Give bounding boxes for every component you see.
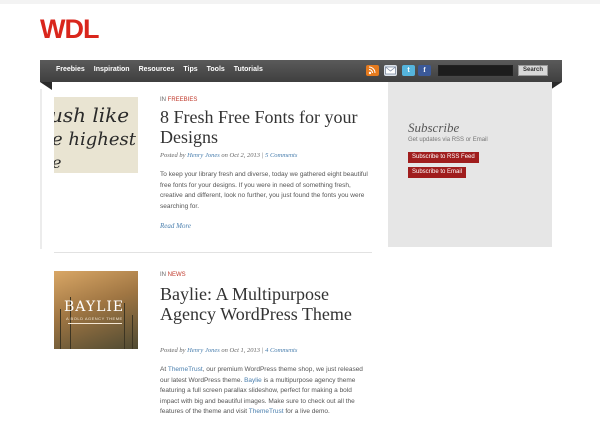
twitter-icon[interactable]: t: [402, 65, 415, 76]
facebook-icon[interactable]: f: [418, 65, 431, 76]
excerpt-text: At: [160, 366, 168, 373]
meta-separator: |: [261, 347, 264, 354]
post-thumbnail-baylie[interactable]: BAYLIE A BOLD AGENCY THEME: [54, 271, 138, 349]
category-prefix: IN: [160, 97, 166, 103]
baylie-link[interactable]: Baylie: [244, 377, 262, 384]
nav-item-tips[interactable]: Tips: [183, 66, 197, 73]
subscribe-sidebar: Subscribe Get updates via RSS or Email S…: [388, 82, 552, 247]
read-more-link[interactable]: Read More: [160, 222, 191, 230]
category-link[interactable]: FREEBIES: [168, 97, 198, 103]
category-link[interactable]: NEWS: [168, 272, 186, 278]
comments-link[interactable]: 5 Comments: [265, 152, 297, 159]
nav-item-freebies[interactable]: Freebies: [56, 66, 85, 73]
post-category: IN NEWS: [160, 272, 186, 278]
thumb-script-line: e highest: [54, 129, 136, 150]
thumb-brand-text: BAYLIE: [64, 299, 125, 315]
themetrust-link[interactable]: ThemeTrust: [249, 408, 284, 415]
content-left-border: [40, 89, 42, 249]
post-title[interactable]: Baylie: A Multipurpose Agency WordPress …: [160, 284, 380, 324]
post-meta: Posted by Henry Jones on Oct 2, 2013 | 5…: [160, 152, 297, 159]
thumb-tagline: A BOLD AGENCY THEME: [66, 316, 123, 321]
nav-item-resources[interactable]: Resources: [139, 66, 175, 73]
search-input[interactable]: [438, 65, 513, 76]
top-strip: [0, 0, 600, 4]
comments-link[interactable]: 4 Comments: [265, 347, 297, 354]
subscribe-rss-button[interactable]: Subscribe to RSS Feed: [408, 152, 479, 163]
post-title[interactable]: 8 Fresh Free Fonts for your Designs: [160, 107, 370, 147]
post-excerpt: To keep your library fresh and diverse, …: [160, 171, 368, 210]
rss-icon[interactable]: [366, 65, 379, 76]
thumb-script-line: ush like: [54, 103, 130, 127]
author-link[interactable]: Henry Jones: [187, 347, 220, 354]
author-link[interactable]: Henry Jones: [187, 152, 220, 159]
post-category: IN FREEBIES: [160, 97, 197, 103]
thumb-wheat-stalk: [124, 303, 125, 349]
post-date: on Oct 2, 2013: [221, 152, 261, 159]
post-date: on Oct 1, 2013: [221, 347, 261, 354]
search-button[interactable]: Search: [518, 65, 548, 76]
subscribe-title: Subscribe: [408, 120, 460, 135]
thumb-wheat-stalk: [60, 309, 61, 349]
subscribe-email-button[interactable]: Subscribe to Email: [408, 167, 467, 178]
thumb-wheat-stalk: [132, 315, 133, 349]
posted-by-label: Posted by: [160, 152, 186, 159]
nav-menu: Freebies Inspiration Resources Tips Tool…: [56, 66, 263, 73]
nav-item-inspiration[interactable]: Inspiration: [94, 66, 130, 73]
posted-by-label: Posted by: [160, 347, 186, 354]
post-divider: [54, 252, 372, 253]
mail-icon[interactable]: [384, 65, 397, 76]
post-meta: Posted by Henry Jones on Oct 1, 2013 | 4…: [160, 347, 297, 354]
themetrust-link[interactable]: ThemeTrust: [168, 366, 203, 373]
nav-item-tutorials[interactable]: Tutorials: [234, 66, 263, 73]
meta-separator: |: [261, 152, 264, 159]
thumb-script-line: e: [54, 153, 61, 172]
post-thumbnail-fonts[interactable]: ush like e highest e: [54, 97, 138, 173]
excerpt-text: for a live demo.: [283, 408, 330, 415]
thumb-rule: [68, 323, 122, 324]
subscribe-subtitle: Get updates via RSS or Email: [408, 137, 488, 143]
post-excerpt: At ThemeTrust, our premium WordPress the…: [160, 365, 372, 418]
category-prefix: IN: [160, 272, 166, 278]
site-logo[interactable]: WDL: [40, 16, 99, 43]
nav-item-tools[interactable]: Tools: [207, 66, 225, 73]
